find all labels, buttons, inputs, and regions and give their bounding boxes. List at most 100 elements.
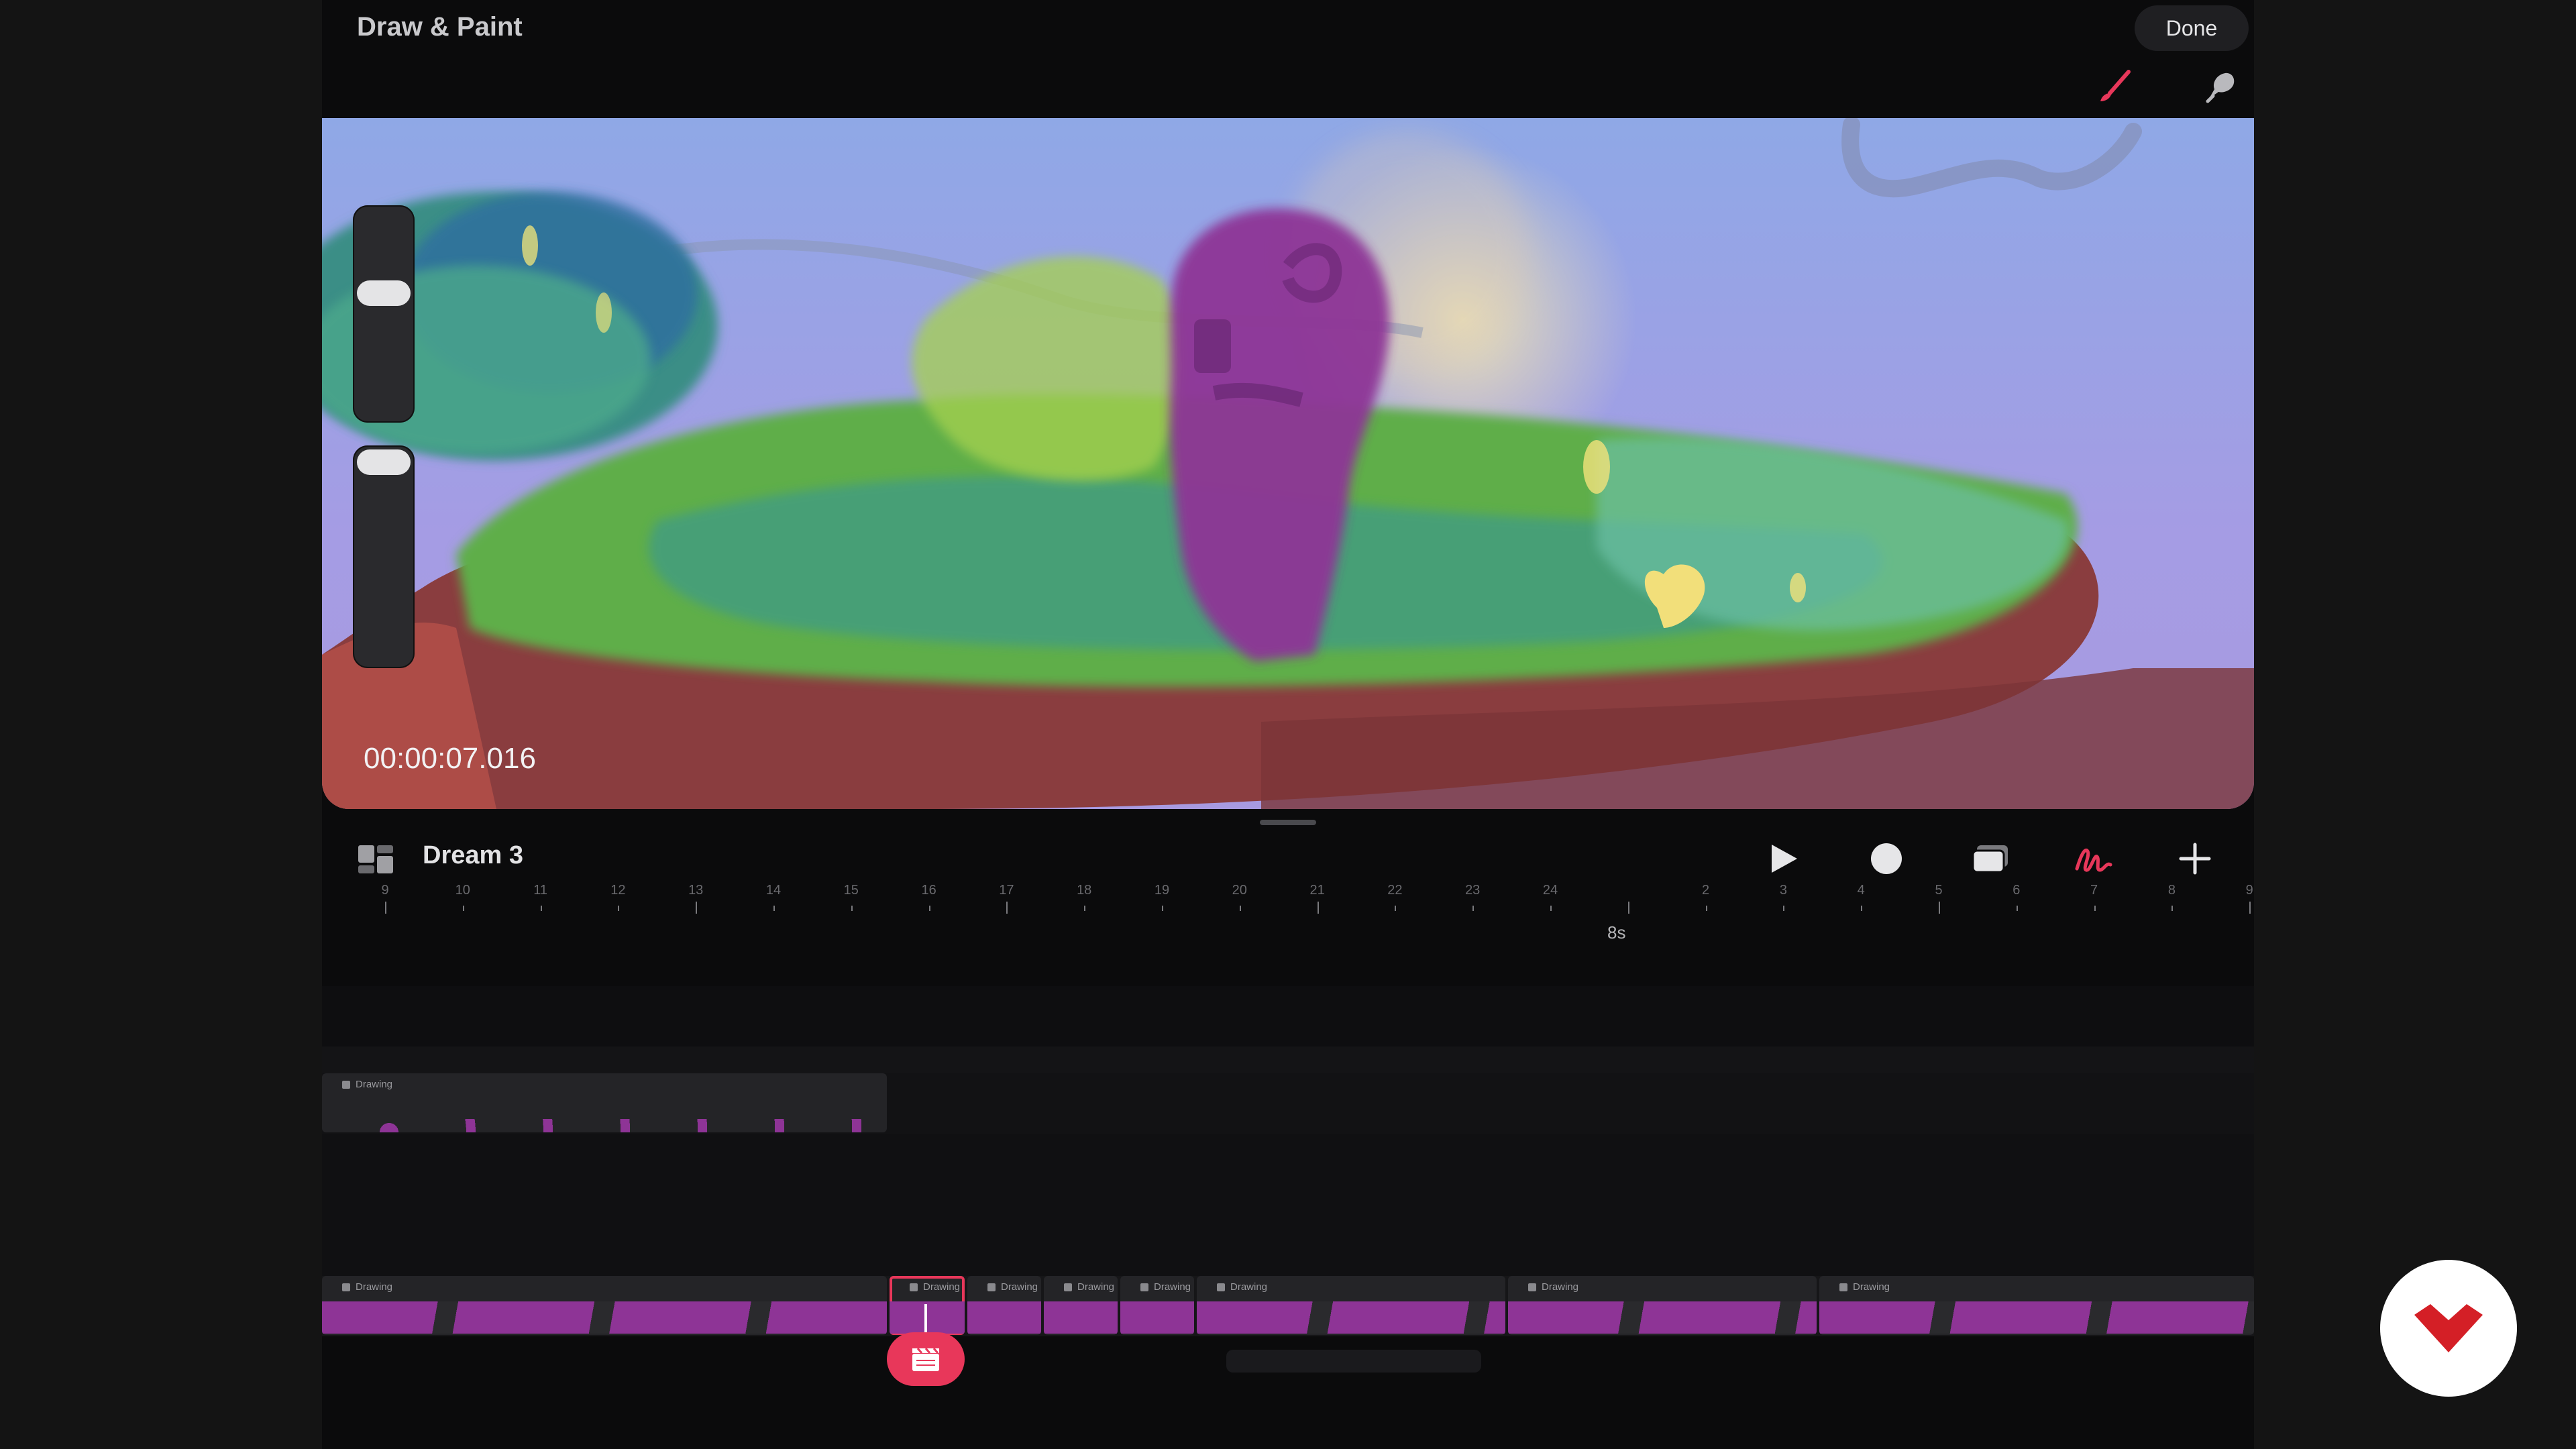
ruler-tick-label: 17 <box>999 883 1014 898</box>
drawing-clip[interactable]: Drawing <box>1819 1276 2254 1335</box>
opacity-thumb[interactable] <box>357 449 411 475</box>
add-button[interactable] <box>2167 832 2223 885</box>
clapperboard-icon <box>912 1348 939 1371</box>
ruler-tick <box>1006 902 1008 914</box>
ruler-tick <box>1550 906 1552 911</box>
draw-mode-button[interactable] <box>2065 832 2121 885</box>
playhead-line[interactable] <box>924 1304 927 1334</box>
track-divider <box>322 1046 2254 1073</box>
clip-type-icon <box>342 1080 350 1089</box>
playhead-clapper-button[interactable] <box>887 1332 965 1386</box>
ruler-tick <box>1162 906 1163 911</box>
ruler-tick <box>1472 906 1474 911</box>
brand-badge <box>2380 1260 2517 1397</box>
ruler-tick-label: 14 <box>765 883 782 898</box>
clip-label: Drawing <box>910 1281 960 1293</box>
clip-thumbnail-strip <box>967 1301 1041 1334</box>
record-icon <box>1871 843 1902 874</box>
ruler-tick-label: 15 <box>843 883 859 898</box>
paintbrush-icon <box>2100 70 2131 101</box>
brush-size-thumb[interactable] <box>357 280 411 306</box>
clip-thumbnail-strip <box>1819 1301 2254 1334</box>
ruler-tick-label: 24 <box>1542 883 1558 898</box>
ruler-tick-label: 9 <box>381 883 389 898</box>
ruler-tick-label: 3 <box>1779 883 1787 898</box>
ruler-tick-label: 12 <box>610 883 626 898</box>
clip-label: Drawing <box>342 1079 392 1090</box>
clip-label-text: Drawing <box>923 1281 961 1293</box>
drawing-clip[interactable]: Drawing <box>1044 1276 1118 1335</box>
clip-type-icon <box>342 1283 350 1291</box>
opacity-slider[interactable] <box>353 445 415 668</box>
clip-thumbnail-strip <box>1197 1301 1505 1334</box>
drawing-clip[interactable]: Drawing <box>1197 1276 1505 1335</box>
clip-label: Drawing <box>342 1281 392 1293</box>
drawing-clip[interactable]: Drawing <box>1120 1276 1194 1335</box>
ruler-tick <box>773 906 775 911</box>
clip-thumbnail-strip <box>890 1301 965 1334</box>
onion-skin-icon <box>1972 845 2008 873</box>
lower-clip-row: Drawing Drawing Drawing Drawing Drawing Drawi… <box>322 1276 2254 1336</box>
onion-skin-button[interactable] <box>1963 832 2019 885</box>
drawing-canvas[interactable]: 00:00:07.016 <box>322 118 2254 809</box>
clip-thumbnail-strip <box>322 1301 887 1334</box>
browser-toggle-button[interactable] <box>357 844 394 875</box>
drawing-clip[interactable]: Drawing <box>890 1276 965 1335</box>
clip-label: Drawing <box>1140 1281 1191 1293</box>
clip-label-text: Drawing <box>1154 1281 1191 1293</box>
smudge-icon <box>2206 72 2235 103</box>
drawing-clip[interactable]: Drawing <box>322 1276 887 1335</box>
ruler-tick <box>1084 906 1086 911</box>
clip-label: Drawing <box>1528 1281 1578 1293</box>
ruler-tick-label: 9 <box>2245 883 2253 898</box>
drawing-clip[interactable]: Drawing <box>322 1073 887 1132</box>
ruler-tick <box>1705 906 1707 911</box>
clip-type-icon <box>1064 1283 1072 1291</box>
artwork-image <box>322 118 2254 809</box>
clip-type-icon <box>910 1283 918 1291</box>
clip-label-text: Drawing <box>1853 1281 1890 1293</box>
record-button[interactable] <box>1858 832 1915 885</box>
ruler-tick <box>1239 906 1241 911</box>
ruler-tick <box>385 902 386 914</box>
ruler-tick <box>2249 902 2251 914</box>
clip-label-text: Drawing <box>1001 1281 1038 1293</box>
brush-tool[interactable] <box>2085 58 2144 117</box>
clip-label-text: Drawing <box>356 1079 393 1090</box>
drawing-clip[interactable]: Drawing <box>967 1276 1041 1335</box>
scribble-icon <box>2075 849 2112 872</box>
done-button[interactable]: Done <box>2135 5 2249 51</box>
ruler-tick <box>462 906 464 911</box>
clip-thumbnail-strip <box>1044 1301 1118 1334</box>
ruler-tick <box>1395 906 1397 911</box>
ruler-tick <box>2094 906 2096 911</box>
ruler-tick <box>851 906 853 911</box>
clip-label: Drawing <box>1839 1281 1890 1293</box>
clip-label: Drawing <box>1217 1281 1267 1293</box>
smudge-tool[interactable] <box>2191 58 2250 117</box>
page-title: Draw & Paint <box>357 12 523 42</box>
time-ruler[interactable]: 9 10 11 12 13 14 15 16 17 18 19 20 21 22 23 24 2 3 4 5 6 7 8 9 <box>322 883 2254 957</box>
ruler-tick-label: 13 <box>688 883 704 898</box>
play-button[interactable] <box>1755 832 1811 885</box>
panel-resize-handle[interactable] <box>1260 820 1316 825</box>
ruler-tick <box>540 906 542 911</box>
clip-thumbnail-strip <box>1120 1301 1194 1334</box>
clip-label-text: Drawing <box>1077 1281 1115 1293</box>
clip-type-icon <box>1839 1283 1847 1291</box>
ruler-tick-label: 6 <box>2012 883 2021 898</box>
ruler-tick-label: 10 <box>455 883 470 898</box>
ruler-tick-label: 19 <box>1154 883 1170 898</box>
ruler-tick-label: 2 <box>1702 883 1710 898</box>
upper-clip-row: Drawing <box>322 1073 2254 1134</box>
brush-size-slider[interactable] <box>353 205 415 423</box>
brand-logo-icon <box>2414 1304 2483 1352</box>
clip-type-icon <box>1528 1283 1536 1291</box>
ruler-tick <box>1939 902 1940 914</box>
timeline-scroll-indicator[interactable] <box>1226 1350 1481 1373</box>
ruler-tick-label: 7 <box>2090 883 2098 898</box>
clip-thumbnail-strip <box>1508 1301 1817 1334</box>
ruler-tick <box>1317 902 1319 914</box>
clip-label-text: Drawing <box>356 1281 393 1293</box>
drawing-clip[interactable]: Drawing <box>1508 1276 1817 1335</box>
